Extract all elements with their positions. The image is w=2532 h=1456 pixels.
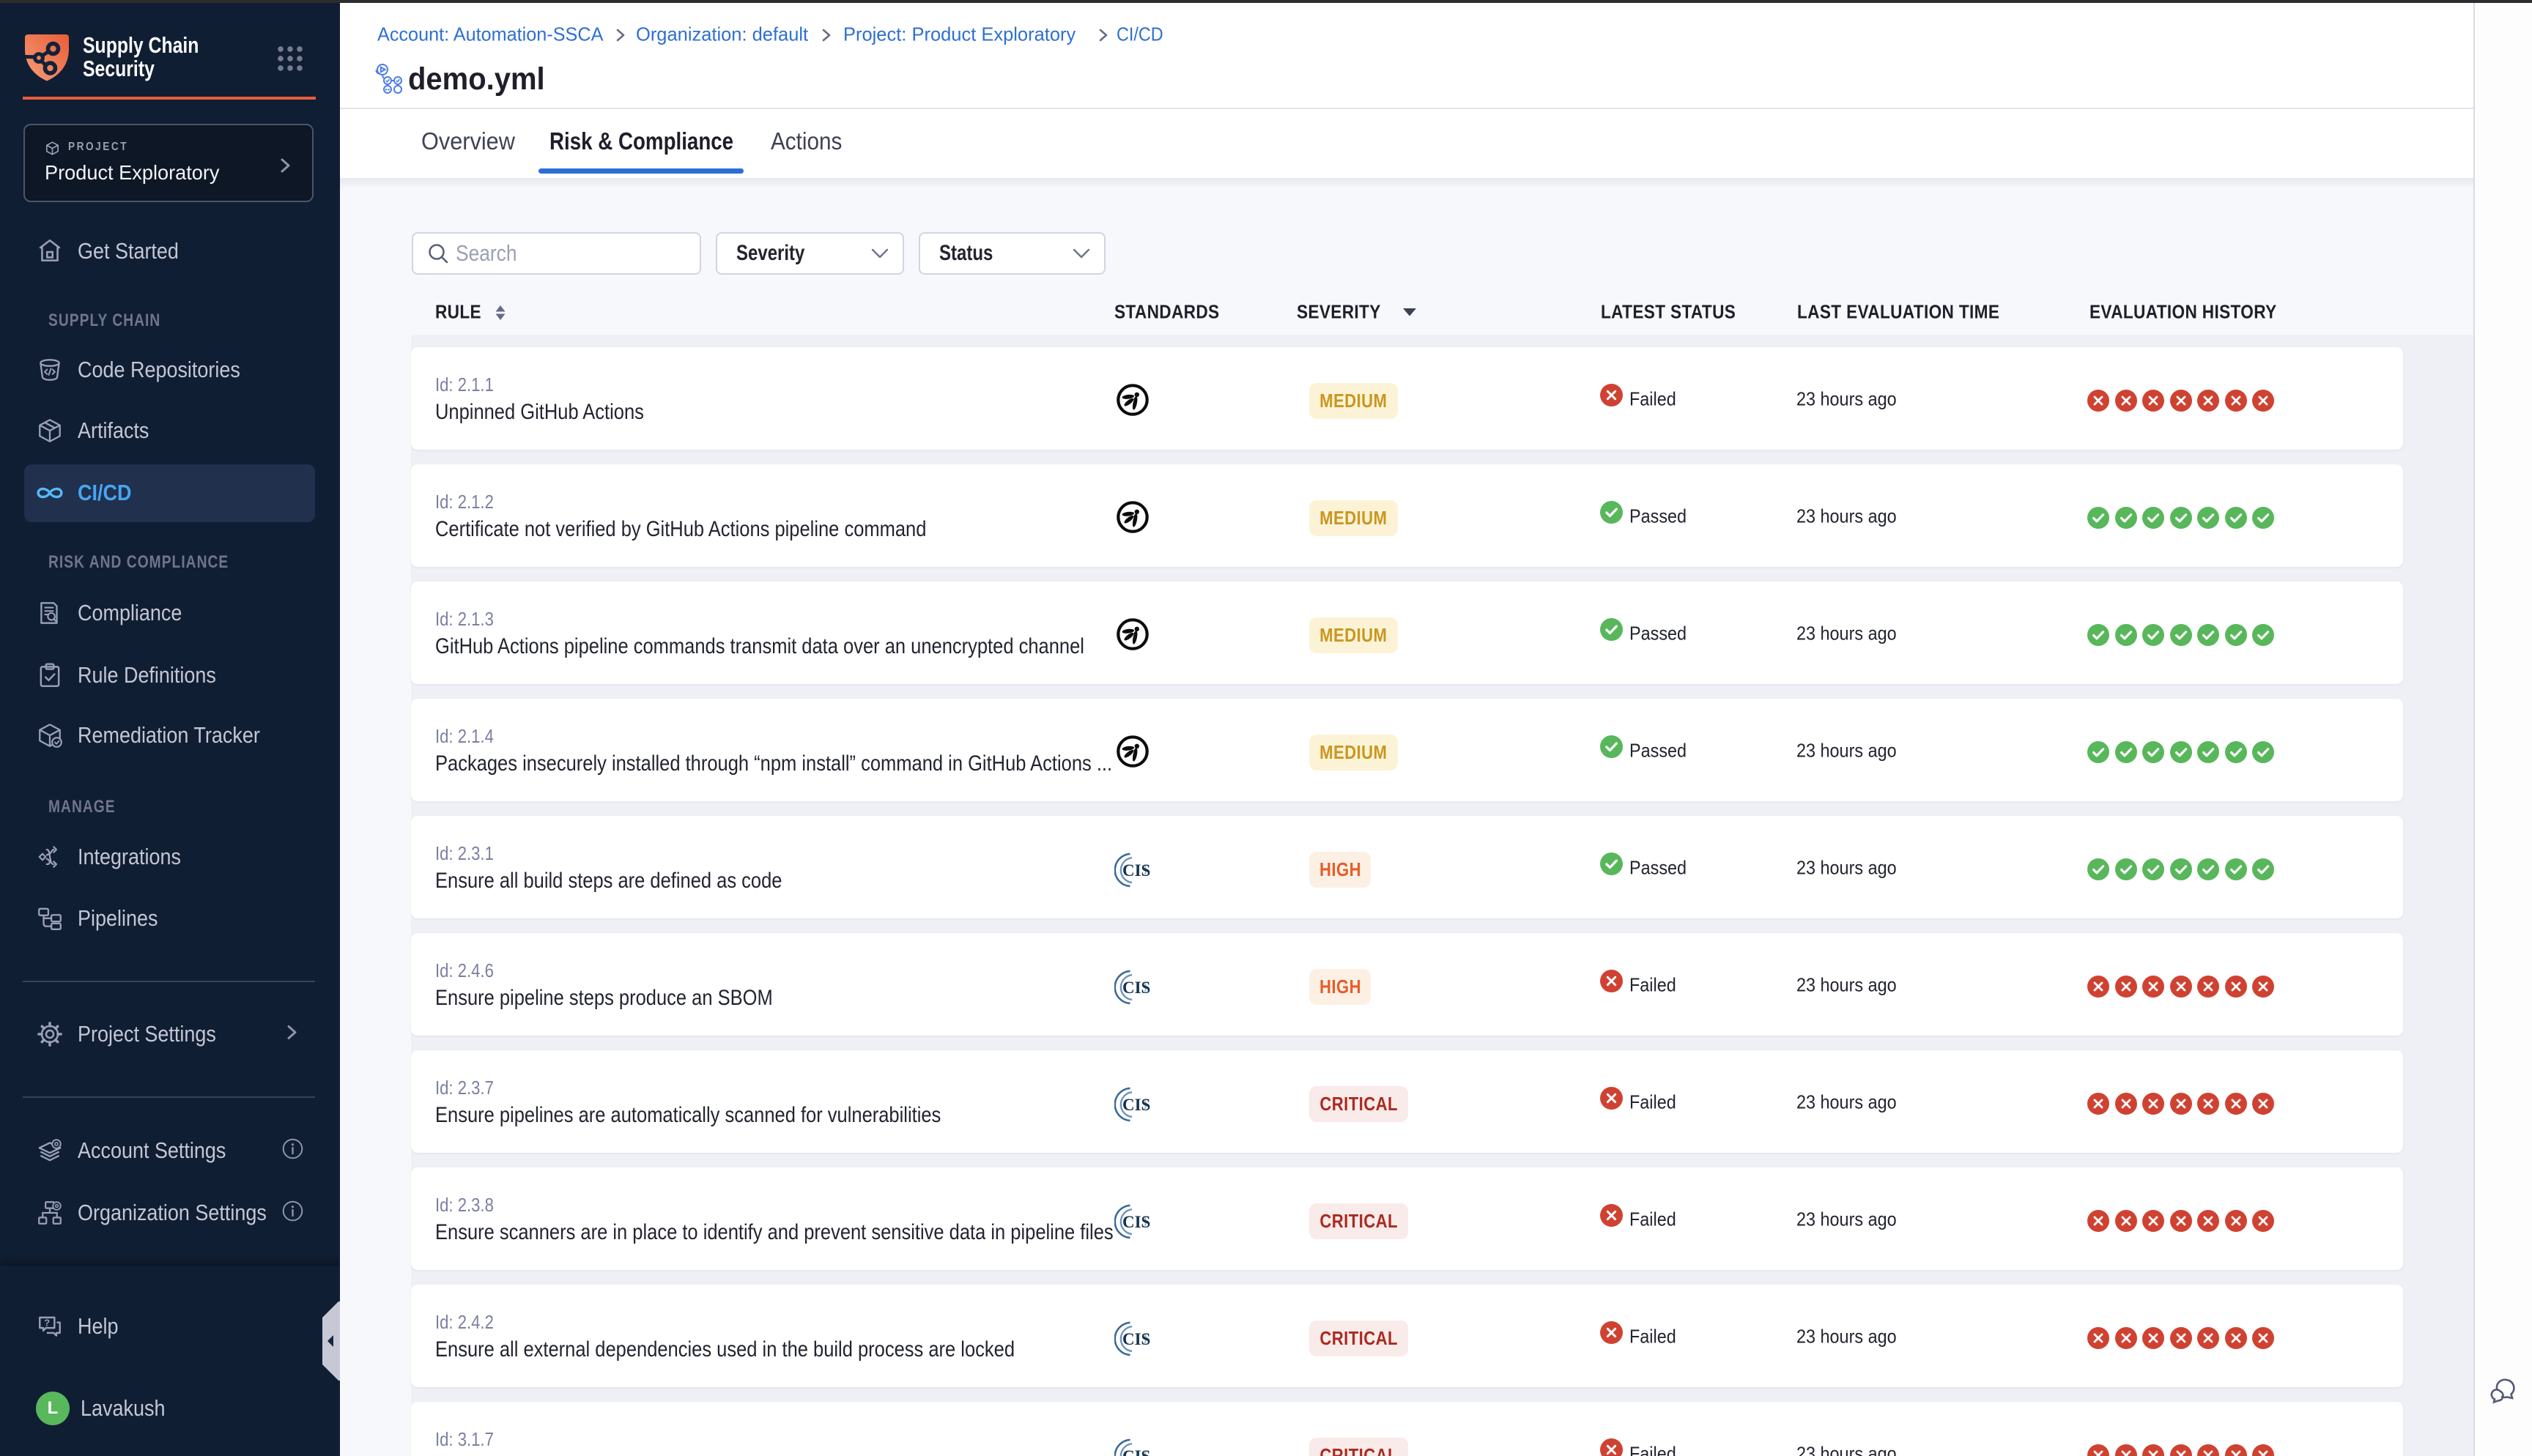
svg-text:CIS: CIS — [1122, 978, 1150, 997]
svg-text:CIS: CIS — [1122, 1096, 1150, 1114]
svg-text:CIS: CIS — [1122, 1447, 1150, 1456]
svg-text:CIS: CIS — [1122, 1330, 1150, 1348]
svg-text:?: ? — [44, 1317, 50, 1328]
svg-text:CIS: CIS — [1122, 861, 1150, 880]
svg-text:CIS: CIS — [1122, 1213, 1150, 1231]
